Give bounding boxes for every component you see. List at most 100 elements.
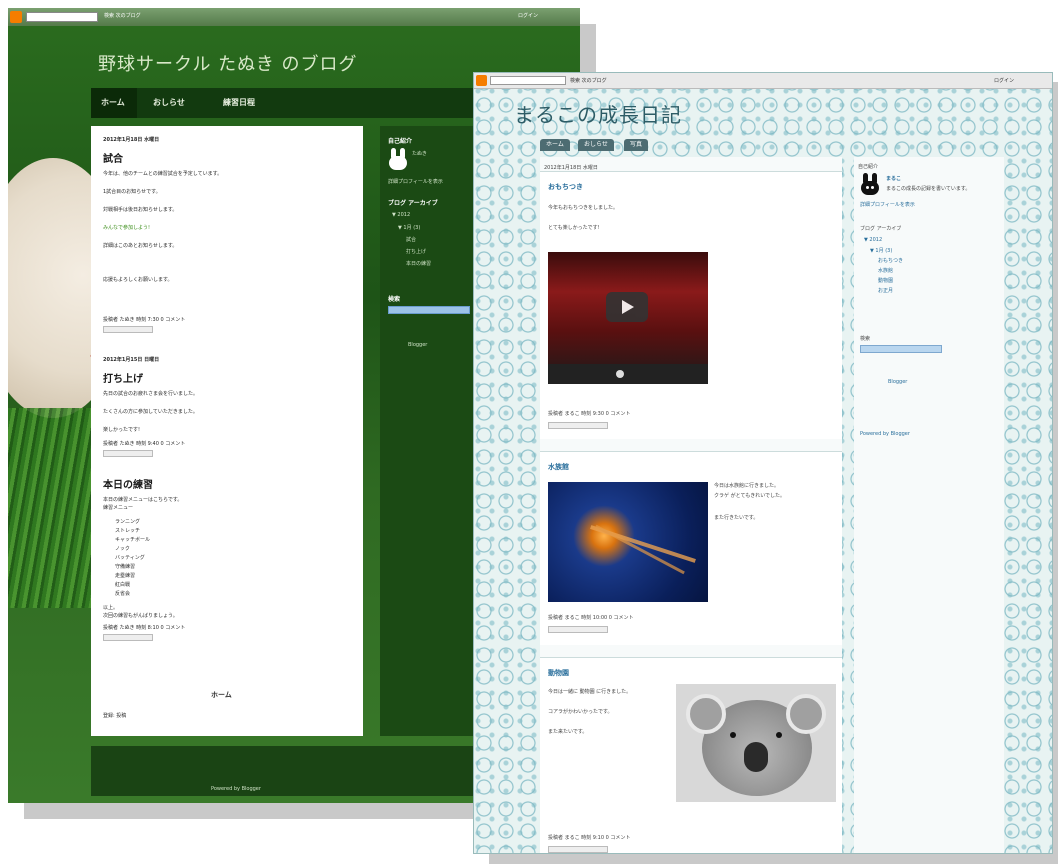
- post-text: 詳細はこのあとお知らせします。: [103, 243, 178, 249]
- profile-heading: 自己紹介: [388, 138, 413, 145]
- list-item: 守備練習: [115, 564, 136, 570]
- archive-item[interactable]: ▼ 2012: [864, 237, 882, 243]
- navbar-links[interactable]: 検索 次のブログ: [104, 12, 141, 19]
- archive-item[interactable]: 試合: [406, 236, 416, 243]
- subscribe-link[interactable]: 登録: 投稿: [103, 712, 126, 719]
- share-buttons[interactable]: [548, 846, 608, 853]
- post-text: とても楽しかったです!: [548, 225, 600, 231]
- post-title[interactable]: 打ち上げ: [103, 370, 143, 385]
- profile-link[interactable]: 詳細プロフィールを表示: [860, 201, 915, 208]
- post-text: 練習メニュー: [103, 505, 134, 511]
- blogger-navbar: 検索 次のブログ ログイン: [474, 73, 1052, 89]
- archive-item[interactable]: 動物園: [878, 277, 893, 284]
- share-buttons[interactable]: [548, 422, 608, 429]
- post-meta[interactable]: 投稿者 まるこ 時刻 10:00 0 コメント: [548, 614, 634, 621]
- tab-home[interactable]: ホーム: [540, 139, 570, 151]
- video-player[interactable]: [548, 252, 708, 384]
- profile-name[interactable]: まるこ: [886, 175, 901, 182]
- maruko-blog-window: 検索 次のブログ ログイン まるこの成長日記 ホーム おしらせ 写真 2012年…: [473, 72, 1053, 854]
- share-buttons[interactable]: [103, 450, 153, 457]
- footer-link[interactable]: Powered by Blogger: [860, 431, 910, 437]
- blogger-logo-icon[interactable]: [10, 11, 22, 23]
- navbar-search-input[interactable]: [490, 76, 566, 85]
- navbar-search-input[interactable]: [26, 12, 98, 22]
- share-buttons[interactable]: [103, 634, 153, 641]
- archive-item[interactable]: ▼ 1月 (3): [870, 247, 892, 254]
- home-link[interactable]: ホーム: [211, 690, 232, 700]
- post-card: 水族館 今日は水族館に行きました。 クラゲ がとてもきれいでした。 また行きたい…: [540, 451, 842, 645]
- post-meta[interactable]: 投稿者 まるこ 時刻 9:10 0 コメント: [548, 834, 630, 841]
- share-buttons[interactable]: [103, 326, 153, 333]
- archive-item[interactable]: 水族館: [878, 267, 893, 274]
- blogger-badge[interactable]: Blogger: [408, 342, 427, 348]
- search-heading: 検索: [388, 296, 401, 303]
- main-column: 2012年1月18日 水曜日 試合 今年は、他のチームとの練習試合を予定していま…: [91, 126, 363, 736]
- archive-item[interactable]: 本日の練習: [406, 260, 431, 267]
- post-title[interactable]: 本日の練習: [103, 476, 153, 491]
- post-title[interactable]: おもちつき: [548, 182, 583, 192]
- list-item: ノック: [115, 546, 130, 552]
- blog-title[interactable]: まるこの成長日記: [514, 99, 682, 128]
- jellyfish-photo: [548, 482, 708, 602]
- post-text: 次回の練習もがんばりましょう。: [103, 613, 178, 619]
- post-title[interactable]: 水族館: [548, 462, 569, 472]
- avatar[interactable]: [860, 173, 880, 195]
- profile-link[interactable]: 詳細プロフィールを表示: [388, 178, 443, 185]
- navbar-login[interactable]: ログイン: [518, 12, 538, 19]
- archive-item[interactable]: ▼ 1月 (3): [398, 224, 420, 231]
- seek-handle[interactable]: [616, 370, 624, 378]
- profile-heading: 自己紹介: [858, 164, 879, 170]
- post-date: 2012年1月18日 水曜日: [103, 137, 160, 143]
- navbar-login[interactable]: ログイン: [994, 77, 1014, 84]
- post-text: 対戦相手は後日お知らせします。: [103, 207, 178, 213]
- post-meta[interactable]: 投稿者 たぬき 時刻 8:10 0 コメント: [103, 624, 185, 631]
- post-meta[interactable]: 投稿者 まるこ 時刻 9:30 0 コメント: [548, 410, 630, 417]
- sidebar-search-input[interactable]: [860, 345, 942, 353]
- sidebar: 自己紹介 まるこ まるこの成長の記録を書いています。 詳細プロフィールを表示 ブ…: [854, 157, 1004, 853]
- navbar-links[interactable]: 検索 次のブログ: [570, 77, 607, 84]
- post-text: みんなで参加しよう!: [103, 225, 151, 231]
- tab-home[interactable]: ホーム: [101, 97, 125, 108]
- grass-image: [8, 408, 98, 608]
- profile-desc: まるこの成長の記録を書いています。: [886, 186, 971, 192]
- post-text: 今日は水族館に行きました。: [714, 483, 780, 489]
- post-meta[interactable]: 投稿者 たぬき 時刻 9:40 0 コメント: [103, 440, 185, 447]
- tab-schedule[interactable]: 練習日程: [223, 97, 255, 108]
- sidebar-search-input[interactable]: [388, 306, 470, 314]
- post-meta[interactable]: 投稿者 たぬき 時刻 7:30 0 コメント: [103, 316, 185, 323]
- post-text: 今年もおもちつきをしました。: [548, 205, 619, 211]
- post-text: 1試合目のお知らせです。: [103, 189, 161, 195]
- archive-item[interactable]: お正月: [878, 287, 893, 294]
- play-button[interactable]: [606, 292, 648, 322]
- post-text: 楽しかったです!: [103, 427, 141, 433]
- post-title[interactable]: 動物園: [548, 668, 569, 678]
- blogger-navbar: 検索 次のブログ ログイン: [8, 8, 580, 26]
- footer-text: Powered by Blogger: [211, 786, 261, 792]
- archive-item[interactable]: 打ち上げ: [406, 248, 426, 255]
- post-text: たくさんの方に参加していただきました。: [103, 409, 198, 415]
- play-icon: [622, 300, 634, 314]
- koala-photo: [676, 684, 836, 802]
- blogger-logo-icon[interactable]: [476, 75, 487, 86]
- avatar[interactable]: [388, 148, 408, 170]
- post-text: 以上。: [103, 605, 119, 611]
- list-item: ランニング: [115, 519, 141, 525]
- post-text: 本日の練習メニューはこちらです。: [103, 497, 183, 503]
- blogger-badge[interactable]: Blogger: [888, 379, 907, 385]
- blog-title[interactable]: 野球サークル たぬき のブログ: [98, 50, 358, 76]
- post-text: クラゲ がとてもきれいでした。: [714, 493, 786, 499]
- archive-item[interactable]: おもちつき: [878, 257, 903, 264]
- tab-photos[interactable]: 写真: [624, 139, 649, 151]
- post-text: また行きたいです。: [714, 515, 759, 521]
- tab-notices[interactable]: おしらせ: [578, 139, 614, 151]
- post-title[interactable]: 試合: [103, 150, 123, 165]
- profile-name[interactable]: たぬき: [412, 150, 427, 157]
- tab-notices[interactable]: おしらせ: [153, 97, 185, 108]
- video-controls[interactable]: [548, 364, 708, 384]
- post-date: 2012年1月18日 水曜日: [544, 165, 598, 171]
- share-buttons[interactable]: [548, 626, 608, 633]
- archive-heading: ブログ アーカイブ: [860, 226, 902, 232]
- post-text: 応援もよろしくお願いします。: [103, 277, 173, 283]
- archive-item[interactable]: ▼ 2012: [392, 212, 410, 218]
- list-item: バッティング: [115, 555, 145, 561]
